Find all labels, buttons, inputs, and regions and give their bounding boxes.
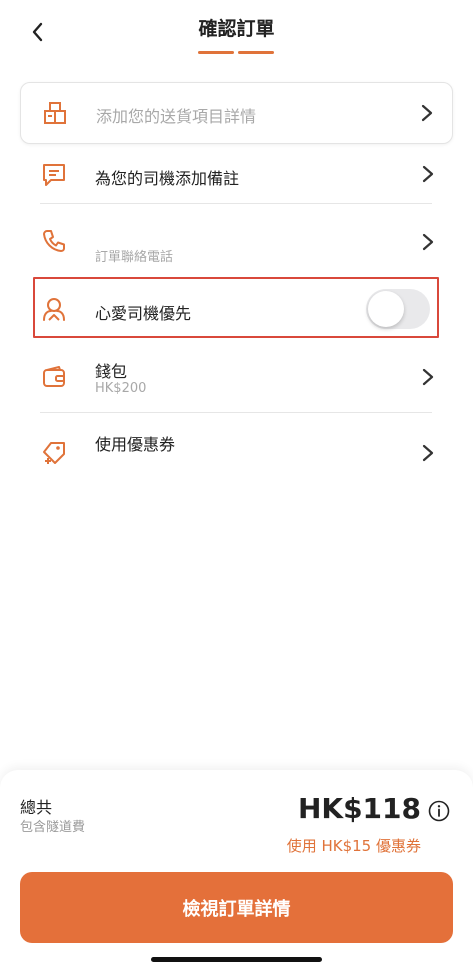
divider bbox=[40, 203, 432, 204]
chevron-right-icon bbox=[422, 233, 434, 251]
contact-phone-row[interactable]: 訂單聯絡電話 bbox=[20, 206, 453, 270]
total-price: HK$118 bbox=[297, 792, 421, 825]
coupon-row[interactable]: 使用優惠券 bbox=[20, 416, 453, 486]
coupon-label: 使用優惠券 bbox=[95, 435, 176, 454]
wallet-balance: HK$200 bbox=[95, 381, 147, 396]
wallet-icon bbox=[43, 366, 65, 387]
home-indicator bbox=[151, 957, 322, 962]
chevron-right-icon bbox=[421, 104, 433, 122]
view-order-details-button[interactable]: 檢視訂單詳情 bbox=[20, 872, 453, 943]
contact-phone-sub: 訂單聯絡電話 bbox=[95, 250, 174, 265]
total-label: 總共 bbox=[20, 798, 53, 817]
box-icon bbox=[44, 102, 66, 124]
note-icon bbox=[43, 164, 65, 186]
wallet-label: 錢包 bbox=[95, 362, 128, 381]
delivery-details-card[interactable]: 添加您的送貨項目詳情 bbox=[20, 82, 453, 144]
title-underline-right bbox=[238, 51, 274, 54]
chevron-right-icon bbox=[422, 444, 434, 462]
header: 確認訂單 bbox=[0, 0, 473, 70]
page-title: 確認訂單 bbox=[198, 18, 275, 40]
chevron-right-icon bbox=[422, 368, 434, 386]
wallet-row[interactable]: 錢包 HK$200 bbox=[20, 344, 453, 410]
coupon-applied-note: 使用 HK$15 優惠券 bbox=[286, 837, 421, 855]
title-underline-left bbox=[198, 51, 234, 54]
delivery-details-label: 添加您的送貨項目詳情 bbox=[96, 107, 257, 126]
toggle-knob bbox=[368, 291, 404, 327]
driver-note-label: 為您的司機添加備註 bbox=[95, 169, 240, 188]
favorite-driver-label: 心愛司機優先 bbox=[95, 304, 192, 323]
driver-note-row[interactable]: 為您的司機添加備註 bbox=[20, 146, 453, 202]
divider bbox=[40, 412, 432, 413]
tunnel-fee-note: 包含隧道費 bbox=[20, 820, 86, 835]
coupon-icon bbox=[43, 442, 65, 464]
chevron-right-icon bbox=[422, 165, 434, 183]
info-icon[interactable] bbox=[428, 800, 450, 822]
favorite-driver-toggle[interactable] bbox=[366, 289, 430, 329]
driver-icon bbox=[43, 298, 65, 321]
phone-icon bbox=[43, 230, 65, 252]
